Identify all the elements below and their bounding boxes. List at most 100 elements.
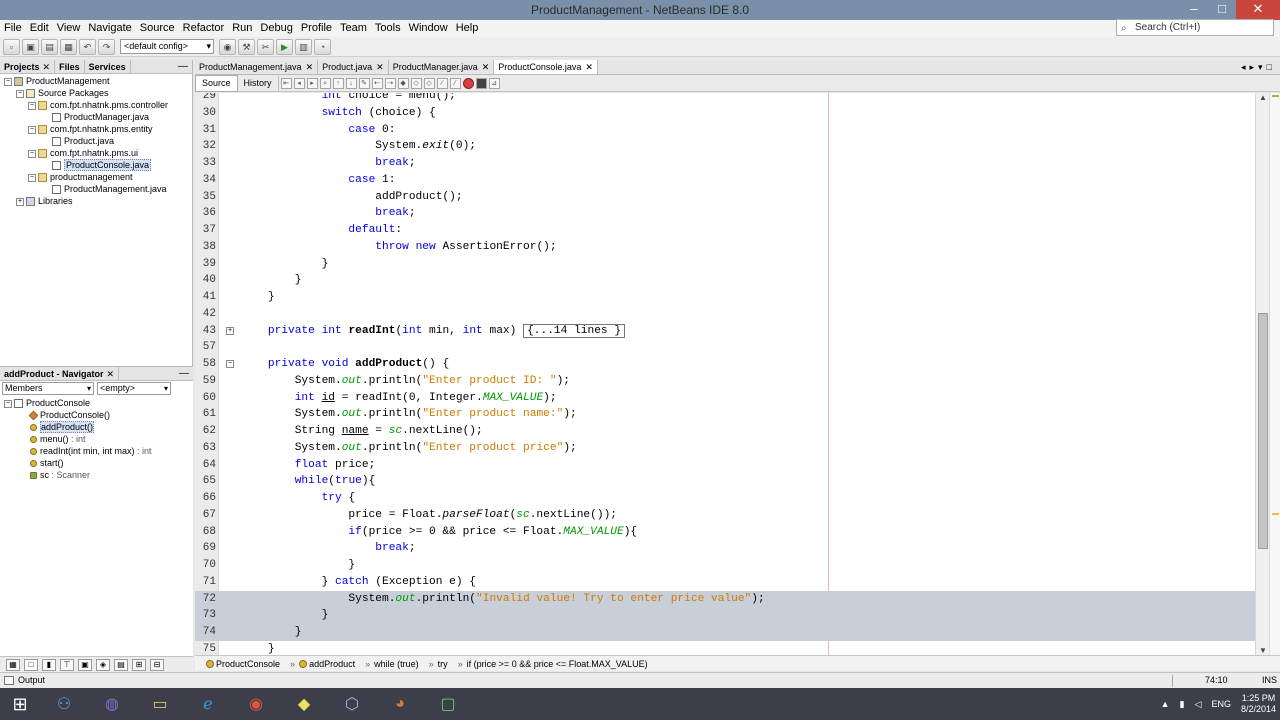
language-indicator[interactable]: ENG bbox=[1211, 699, 1231, 709]
comment-icon[interactable]: ⁄ bbox=[436, 78, 448, 89]
next-bookmark-icon[interactable]: ◇ bbox=[423, 78, 435, 89]
code-line[interactable]: 41 } bbox=[195, 289, 1255, 306]
menu-edit[interactable]: Edit bbox=[26, 20, 53, 37]
collapse-icon[interactable]: − bbox=[28, 101, 36, 110]
member-item[interactable]: menu() : int bbox=[0, 433, 193, 445]
close-icon[interactable]: ✕ bbox=[107, 369, 115, 379]
save-all-icon[interactable]: ▦ bbox=[60, 38, 77, 55]
collapse-icon[interactable]: − bbox=[16, 89, 24, 98]
camtasia-icon[interactable]: ▢ bbox=[428, 689, 468, 719]
breadcrumb-item[interactable]: ProductConsole bbox=[201, 659, 285, 669]
close-icon[interactable]: ✕ bbox=[376, 62, 384, 72]
member-item[interactable]: addProduct() bbox=[0, 421, 193, 433]
close-icon[interactable]: ✕ bbox=[585, 62, 593, 72]
code-line[interactable]: 36 break; bbox=[195, 205, 1255, 222]
search-box[interactable]: ⌕ Search (Ctrl+I) bbox=[1116, 19, 1274, 36]
media-player-icon[interactable]: ◍ bbox=[92, 689, 132, 719]
people-app-icon[interactable]: ⚇ bbox=[44, 689, 84, 719]
filter-icon[interactable]: □ bbox=[24, 658, 38, 671]
menu-tools[interactable]: Tools bbox=[371, 20, 405, 37]
code-line[interactable]: 32 System.exit(0); bbox=[195, 138, 1255, 155]
code-line[interactable]: 64 float price; bbox=[195, 457, 1255, 474]
expand-fold-icon[interactable]: + bbox=[226, 326, 234, 335]
code-line[interactable]: 34 case 1: bbox=[195, 172, 1255, 189]
filter-icon[interactable]: ▮ bbox=[42, 658, 56, 671]
collapse-icon[interactable]: − bbox=[28, 125, 36, 134]
menu-run[interactable]: Run bbox=[228, 20, 256, 37]
profile-icon[interactable]: ◔ bbox=[314, 38, 331, 55]
tree-node[interactable]: − ProductManagement bbox=[0, 75, 192, 87]
new-project-icon[interactable]: ▣ bbox=[22, 38, 39, 55]
tab-files[interactable]: Files bbox=[55, 60, 85, 73]
filter-icon[interactable]: ◈ bbox=[96, 658, 110, 671]
tray-arrow-icon[interactable]: ▲ bbox=[1161, 699, 1170, 709]
code-line[interactable]: 38 throw new AssertionError(); bbox=[195, 239, 1255, 256]
code-line[interactable]: 35 addProduct(); bbox=[195, 189, 1255, 206]
code-editor[interactable]: 29 int choice = menu(); 30 switch (choice… bbox=[195, 93, 1255, 655]
code-line[interactable]: 75 } bbox=[195, 641, 1255, 655]
menu-source[interactable]: Source bbox=[136, 20, 179, 37]
menu-view[interactable]: View bbox=[53, 20, 85, 37]
run-icon[interactable]: ▶ bbox=[276, 38, 293, 55]
code-line[interactable]: 31 case 0: bbox=[195, 122, 1255, 139]
filter-icon[interactable]: ⊟ bbox=[150, 658, 164, 671]
tree-node[interactable]: ProductConsole.java bbox=[0, 159, 192, 171]
open-project-icon[interactable]: ▤ bbox=[41, 38, 58, 55]
tab-source[interactable]: Source bbox=[195, 75, 238, 92]
chrome-icon[interactable]: ◉ bbox=[236, 689, 276, 719]
member-item[interactable]: ProductConsole() bbox=[0, 409, 193, 421]
collapse-fold-icon[interactable]: − bbox=[226, 360, 234, 368]
minimize-panel-icon[interactable]: — bbox=[178, 60, 188, 73]
editor-tab[interactable]: ProductManager.java ✕ bbox=[388, 60, 495, 74]
close-icon[interactable]: ✕ bbox=[43, 62, 51, 72]
clock[interactable]: 1:25 PM 8/2/2014 bbox=[1241, 693, 1276, 715]
tree-node[interactable]: − com.fpt.nhatnk.pms.ui bbox=[0, 147, 192, 159]
tab-navigator[interactable]: addProduct - Navigator ✕ bbox=[0, 367, 120, 380]
menu-profile[interactable]: Profile bbox=[297, 20, 336, 37]
code-line[interactable]: 37 default: bbox=[195, 222, 1255, 239]
start-macro-icon[interactable] bbox=[462, 78, 474, 89]
redo-icon[interactable]: ↷ bbox=[98, 38, 115, 55]
members-select[interactable]: Members bbox=[2, 382, 94, 395]
breadcrumb-item[interactable]: if (price >= 0 && price <= Float.MAX_VAL… bbox=[453, 659, 653, 669]
code-line[interactable]: 30 switch (choice) { bbox=[195, 105, 1255, 122]
member-item[interactable]: start() bbox=[0, 457, 193, 469]
collapse-icon[interactable]: − bbox=[4, 399, 12, 408]
filter-icon[interactable]: ▣ bbox=[78, 658, 92, 671]
minimize-button[interactable]: – bbox=[1180, 0, 1208, 20]
ok-marker[interactable] bbox=[1272, 95, 1279, 97]
undo-icon[interactable]: ↶ bbox=[79, 38, 96, 55]
tree-node[interactable]: Product.java bbox=[0, 135, 192, 147]
menu-file[interactable]: File bbox=[0, 20, 26, 37]
class-node[interactable]: − ProductConsole bbox=[0, 397, 193, 409]
scroll-down-icon[interactable]: ▼ bbox=[1256, 646, 1270, 655]
scope-select[interactable]: <empty> bbox=[97, 382, 171, 395]
warning-marker[interactable] bbox=[1272, 513, 1279, 515]
code-line[interactable]: 66 try { bbox=[195, 490, 1255, 507]
start-button-icon[interactable]: ⊞ bbox=[4, 689, 36, 719]
tree-node[interactable]: − Source Packages bbox=[0, 87, 192, 99]
code-line[interactable]: 61 System.out.println("Enter product nam… bbox=[195, 406, 1255, 423]
menu-navigate[interactable]: Navigate bbox=[84, 20, 135, 37]
target-icon[interactable]: ◉ bbox=[219, 38, 236, 55]
collapse-icon[interactable]: − bbox=[28, 173, 36, 182]
menu-help[interactable]: Help bbox=[452, 20, 483, 37]
editor-tab[interactable]: ProductManagement.java ✕ bbox=[195, 60, 319, 74]
expand-icon[interactable]: + bbox=[16, 197, 24, 206]
breadcrumb-item[interactable]: try bbox=[424, 659, 453, 669]
internet-explorer-icon[interactable]: ℯ bbox=[188, 689, 228, 719]
tree-node[interactable]: − productmanagement bbox=[0, 171, 192, 183]
close-icon[interactable]: ✕ bbox=[482, 62, 490, 72]
firefox-icon[interactable]: ◕ bbox=[380, 689, 420, 719]
code-line[interactable]: 69 break; bbox=[195, 540, 1255, 557]
find-prev-icon[interactable]: ↑ bbox=[332, 78, 344, 89]
code-line[interactable]: 33 break; bbox=[195, 155, 1255, 172]
editor-vertical-scrollbar[interactable]: ▲ ▼ bbox=[1255, 93, 1269, 655]
close-icon[interactable]: ✕ bbox=[306, 62, 314, 72]
tab-projects[interactable]: Projects ✕ bbox=[0, 60, 56, 73]
network-icon[interactable]: ▮ bbox=[1180, 699, 1185, 710]
prev-bookmark-icon[interactable]: ◇ bbox=[410, 78, 422, 89]
uncomment-icon[interactable]: ⁄ bbox=[449, 78, 461, 89]
notes-app-icon[interactable]: ◆ bbox=[284, 689, 324, 719]
code-line[interactable]: 70 } bbox=[195, 557, 1255, 574]
